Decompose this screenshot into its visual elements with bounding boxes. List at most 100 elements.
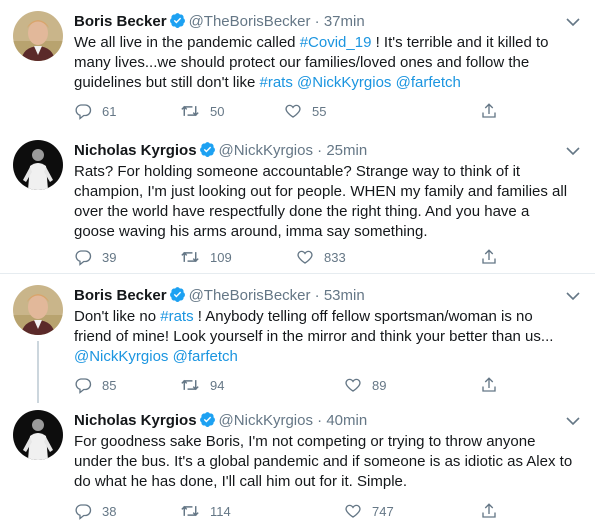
chevron-down-icon[interactable]	[564, 13, 582, 31]
separator-dot: ·	[317, 412, 323, 429]
tweet-actions: 85 94 89	[74, 374, 504, 396]
reply-button[interactable]: 61	[74, 100, 116, 122]
reply-count: 39	[102, 249, 117, 265]
tweet-3[interactable]: Boris Becker @TheBorisBecker · 53min Don'…	[0, 285, 595, 403]
share-icon	[480, 248, 498, 266]
reply-icon	[74, 248, 92, 266]
mention-link[interactable]: @farfetch	[173, 348, 238, 365]
tweet-text: Rats? For holding someone accountable? S…	[74, 162, 574, 242]
reply-count: 85	[102, 377, 117, 393]
share-button[interactable]	[480, 500, 498, 522]
chevron-down-icon[interactable]	[564, 142, 582, 160]
reply-button[interactable]: 38	[74, 500, 116, 522]
tweet-actions: 38 114 747	[74, 500, 504, 522]
tweet-header: Nicholas Kyrgios @NickKyrgios · 40min	[74, 410, 367, 432]
tweet-text-segment: For goodness sake Boris, I'm not competi…	[74, 433, 573, 490]
tweet-header: Nicholas Kyrgios @NickKyrgios · 25min	[74, 140, 367, 162]
mention-link[interactable]: @NickKyrgios	[297, 74, 391, 91]
like-count: 89	[372, 377, 387, 393]
author-name[interactable]: Boris Becker	[74, 287, 167, 304]
tweet-timestamp[interactable]: 40min	[326, 412, 367, 429]
retweet-count: 50	[210, 103, 225, 119]
retweet-icon	[180, 102, 200, 120]
author-handle[interactable]: @TheBorisBecker	[189, 13, 311, 30]
retweet-count: 94	[210, 377, 225, 393]
tweet-text-segment: Rats? For holding someone accountable? S…	[74, 163, 568, 240]
mention-link[interactable]: @farfetch	[396, 74, 461, 91]
reply-button[interactable]: 39	[74, 246, 116, 268]
like-count: 833	[324, 249, 346, 265]
heart-icon	[344, 502, 362, 520]
tweet-header: Boris Becker @TheBorisBecker · 37min	[74, 11, 365, 33]
heart-icon	[296, 248, 314, 266]
tweet-actions: 61 50 55	[74, 100, 504, 122]
hashtag-link[interactable]: #rats	[160, 308, 193, 325]
share-icon	[480, 502, 498, 520]
retweet-button[interactable]: 109	[180, 246, 232, 268]
separator-dot: ·	[314, 13, 320, 30]
heart-icon	[344, 376, 362, 394]
retweet-count: 114	[210, 503, 231, 519]
author-handle[interactable]: @NickKyrgios	[219, 142, 313, 159]
reply-button[interactable]: 85	[74, 374, 116, 396]
author-handle[interactable]: @TheBorisBecker	[189, 287, 311, 304]
tweet-actions: 39 109 833	[74, 246, 504, 268]
avatar-boris-becker[interactable]	[13, 11, 63, 61]
like-button[interactable]: 833	[296, 246, 346, 268]
avatar-boris-becker[interactable]	[13, 285, 63, 335]
like-button[interactable]: 747	[344, 500, 394, 522]
share-button[interactable]	[480, 100, 498, 122]
share-button[interactable]	[480, 246, 498, 268]
avatar-nicholas-kyrgios[interactable]	[13, 410, 63, 460]
tweet-timestamp[interactable]: 37min	[324, 13, 365, 30]
retweet-button[interactable]: 50	[180, 100, 224, 122]
like-button[interactable]: 55	[284, 100, 326, 122]
author-name[interactable]: Boris Becker	[74, 13, 167, 30]
tweet-text: We all live in the pandemic called #Covi…	[74, 33, 574, 93]
tweet-divider	[0, 273, 595, 274]
boris-avatar-image	[13, 285, 63, 335]
like-button[interactable]: 89	[344, 374, 386, 396]
reply-count: 38	[102, 503, 117, 519]
kyrgios-avatar-image	[13, 410, 63, 460]
tweet-timestamp[interactable]: 53min	[324, 287, 365, 304]
reply-icon	[74, 502, 92, 520]
retweet-icon	[180, 248, 200, 266]
chevron-down-icon[interactable]	[564, 412, 582, 430]
tweet-4[interactable]: Nicholas Kyrgios @NickKyrgios · 40min For…	[0, 410, 595, 525]
chevron-down-icon[interactable]	[564, 287, 582, 305]
boris-avatar-image	[13, 11, 63, 61]
separator-dot: ·	[314, 287, 320, 304]
reply-icon	[74, 102, 92, 120]
hashtag-link[interactable]: #Covid_19	[300, 34, 372, 51]
retweet-icon	[180, 502, 200, 520]
tweet-text-segment: We all live in the pandemic called	[74, 34, 300, 51]
share-button[interactable]	[480, 374, 498, 396]
reply-icon	[74, 376, 92, 394]
reply-count: 61	[102, 103, 117, 119]
tweet-timestamp[interactable]: 25min	[326, 142, 367, 159]
author-name[interactable]: Nicholas Kyrgios	[74, 142, 197, 159]
like-count: 55	[312, 103, 327, 119]
mention-link[interactable]: @NickKyrgios	[74, 348, 168, 365]
tweet-text-segment: Don't like no	[74, 308, 161, 325]
like-count: 747	[372, 503, 394, 519]
retweet-button[interactable]: 114	[180, 500, 231, 522]
tweet-text: For goodness sake Boris, I'm not competi…	[74, 432, 574, 492]
kyrgios-avatar-image	[13, 140, 63, 190]
hashtag-link[interactable]: #rats	[259, 74, 292, 91]
author-name[interactable]: Nicholas Kyrgios	[74, 412, 197, 429]
thread-connector-line	[37, 341, 39, 403]
avatar-nicholas-kyrgios[interactable]	[13, 140, 63, 190]
retweet-count: 109	[210, 249, 232, 265]
share-icon	[480, 376, 498, 394]
tweet-1[interactable]: Boris Becker @TheBorisBecker · 37min We a…	[0, 11, 595, 129]
author-handle[interactable]: @NickKyrgios	[219, 412, 313, 429]
heart-icon	[284, 102, 302, 120]
tweet-2[interactable]: Nicholas Kyrgios @NickKyrgios · 25min Rat…	[0, 140, 595, 266]
retweet-button[interactable]: 94	[180, 374, 224, 396]
share-icon	[480, 102, 498, 120]
tweet-text: Don't like no #rats ! Anybody telling of…	[74, 307, 574, 367]
separator-dot: ·	[317, 142, 323, 159]
retweet-icon	[180, 376, 200, 394]
